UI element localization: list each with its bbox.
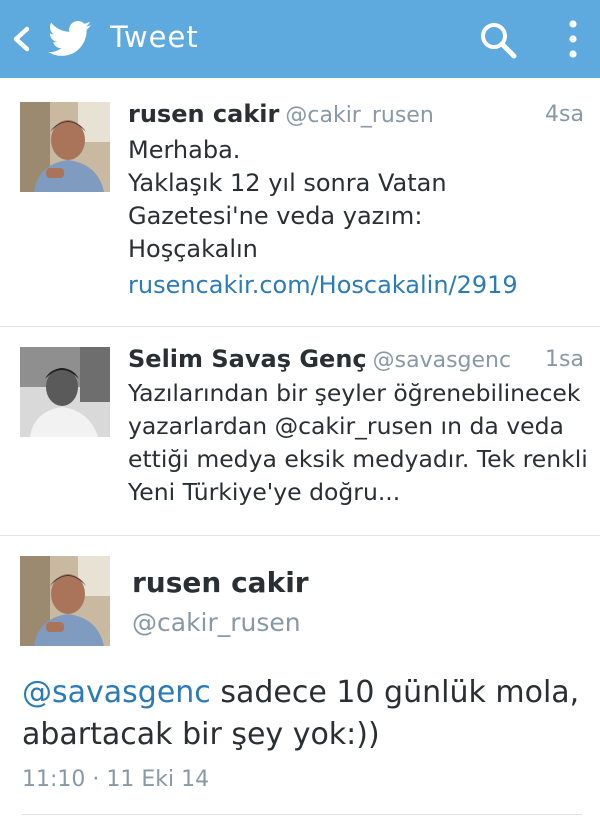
back-chevron-icon[interactable] bbox=[8, 24, 34, 54]
divider bbox=[22, 814, 582, 815]
avatar[interactable] bbox=[20, 556, 110, 646]
user-handle[interactable]: @savasgenc bbox=[373, 348, 511, 373]
detail-user-name[interactable]: rusen cakir bbox=[132, 566, 309, 599]
avatar[interactable] bbox=[20, 347, 110, 437]
user-name[interactable]: rusen cakir bbox=[128, 100, 279, 128]
detail-user-handle[interactable]: @cakir_rusen bbox=[132, 608, 301, 637]
tweet-time: 1sa bbox=[545, 347, 584, 372]
search-icon[interactable] bbox=[478, 20, 518, 60]
tweet-text: Merhaba. Yaklaşık 12 yıl sonra Vatan Gaz… bbox=[128, 136, 447, 263]
detail-text-line2: abartacak bir şey yok:)) bbox=[22, 717, 380, 752]
tweet-item[interactable]: Selim Savaş Genç @savasgenc 1sa Yazıların… bbox=[0, 327, 600, 535]
tweet-link[interactable]: rusencakir.com/Hoscakalin/2919 bbox=[128, 269, 588, 302]
divider bbox=[0, 535, 600, 536]
avatar[interactable] bbox=[20, 102, 110, 192]
mention-link[interactable]: @savasgenc bbox=[22, 675, 211, 710]
detail-tweet-text: @savasgenc sadece 10 günlük mola, abarta… bbox=[22, 672, 582, 756]
action-bar: Tweet bbox=[0, 0, 600, 78]
user-name[interactable]: Selim Savaş Genç bbox=[128, 345, 367, 373]
detail-timestamp: 11:10 · 11 Eki 14 bbox=[22, 767, 210, 792]
tweet-text: Yazılarından bir şeyler öğrenebilinecek … bbox=[128, 379, 588, 506]
page-title: Tweet bbox=[110, 20, 199, 54]
tweet-header: rusen cakir @cakir_rusen bbox=[128, 100, 434, 128]
twitter-bird-icon[interactable] bbox=[48, 20, 92, 58]
overflow-menu-icon[interactable] bbox=[562, 18, 584, 60]
tweet-header: Selim Savaş Genç @savasgenc bbox=[128, 345, 511, 373]
detail-text-line1: sadece 10 günlük mola, bbox=[210, 675, 580, 710]
tweet-item[interactable]: rusen cakir @cakir_rusen 4sa Merhaba. Yak… bbox=[0, 78, 600, 326]
user-handle[interactable]: @cakir_rusen bbox=[285, 103, 433, 128]
tweet-time: 4sa bbox=[545, 102, 584, 127]
